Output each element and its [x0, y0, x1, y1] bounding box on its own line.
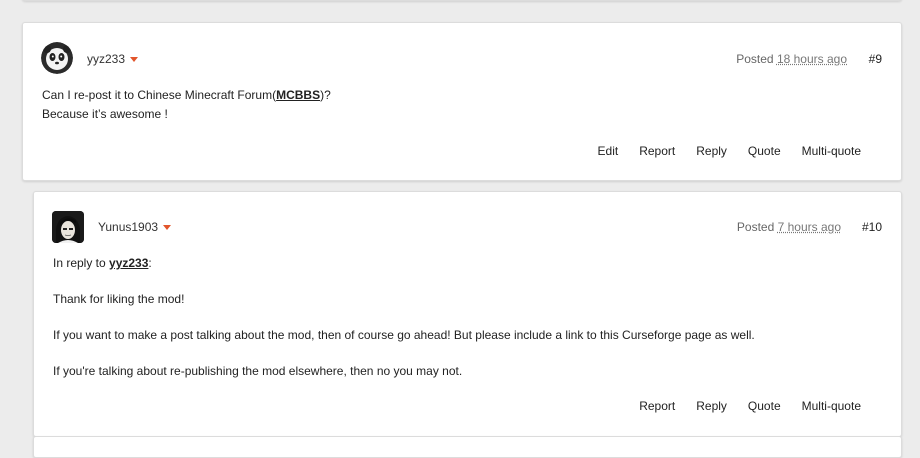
report-button[interactable]: Report [639, 144, 675, 158]
posted-time: 18 hours ago [776, 52, 847, 66]
posted-label: Posted [736, 52, 774, 66]
post-number-link[interactable]: #9 [869, 52, 882, 66]
post-card-9: yyz233 Posted 18 hours ago #9 Can I re-p… [22, 22, 902, 181]
posted-time: 7 hours ago [777, 220, 841, 234]
post-card-10: Yunus1903 Posted 7 hours ago #10 In repl… [33, 191, 902, 437]
edit-button[interactable]: Edit [598, 144, 619, 158]
post-number-link[interactable]: #10 [862, 220, 882, 234]
posted-label: Posted [736, 220, 775, 234]
reply-reference: In reply to yyz233: [53, 254, 755, 272]
posted-timestamp: Posted 18 hours ago [736, 52, 847, 66]
post-paragraph: Thank for liking the mod! [53, 292, 185, 306]
previous-post-card [22, 0, 902, 1]
post-actions: Report Reply Quote Multi-quote [618, 399, 861, 413]
reply-button[interactable]: Reply [696, 399, 727, 413]
post-text: Can I re-post it to Chinese Minecraft Fo… [42, 88, 277, 102]
post-body: Can I re-post it to Chinese Minecraft Fo… [42, 86, 331, 124]
avatar-yunus1903[interactable] [52, 211, 84, 243]
author-name[interactable]: yyz233 [87, 52, 125, 66]
quote-button[interactable]: Quote [748, 399, 781, 413]
reply-prefix: In reply to [53, 256, 110, 270]
caret-down-icon[interactable] [163, 225, 172, 231]
post-line-1: Can I re-post it to Chinese Minecraft Fo… [42, 86, 331, 105]
posted-timestamp: Posted 7 hours ago [737, 220, 841, 234]
author-link[interactable]: yyz233 [87, 52, 139, 66]
multi-quote-button[interactable]: Multi-quote [802, 144, 861, 158]
author-link[interactable]: Yunus1903 [98, 220, 172, 234]
report-button[interactable]: Report [639, 399, 675, 413]
reply-button[interactable]: Reply [696, 144, 727, 158]
reply-user-link[interactable]: yyz233 [109, 256, 148, 270]
post-body: In reply to yyz233: Thank for liking the… [53, 254, 755, 380]
multi-quote-button[interactable]: Multi-quote [802, 399, 861, 413]
avatar-yyz233[interactable] [41, 42, 73, 74]
post-actions: Edit Report Reply Quote Multi-quote [577, 144, 861, 158]
post-paragraph: If you're talking about re-publishing th… [53, 364, 463, 378]
next-post-card [33, 436, 902, 458]
author-name[interactable]: Yunus1903 [98, 220, 158, 234]
post-text: )? [320, 88, 331, 102]
post-paragraph: If you want to make a post talking about… [53, 328, 755, 342]
quote-button[interactable]: Quote [748, 144, 781, 158]
post-line-2: Because it’s awesome ! [42, 107, 168, 121]
mcbbs-link[interactable]: MCBBS [276, 88, 320, 102]
reply-suffix: : [148, 256, 152, 270]
caret-down-icon[interactable] [130, 57, 139, 63]
